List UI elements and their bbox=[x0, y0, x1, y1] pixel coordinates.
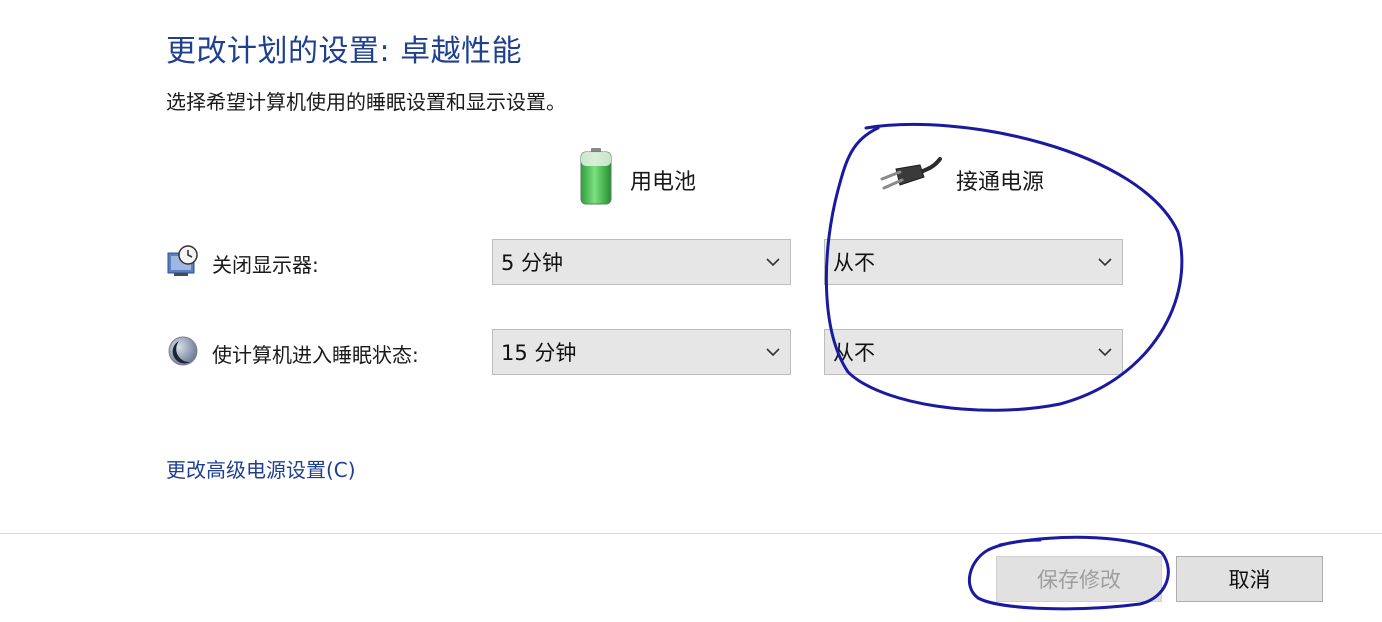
chevron-down-icon bbox=[756, 330, 790, 374]
display-timer-icon bbox=[166, 244, 200, 282]
sleep-moon-icon bbox=[166, 334, 200, 373]
footer-divider bbox=[0, 533, 1382, 534]
save-changes-button[interactable]: 保存修改 bbox=[996, 556, 1162, 602]
page-title: 更改计划的设置: 卓越性能 bbox=[166, 34, 523, 69]
battery-icon bbox=[576, 147, 616, 213]
column-header-battery: 用电池 bbox=[576, 148, 696, 212]
chevron-down-icon bbox=[756, 240, 790, 284]
select-value: 从不 bbox=[833, 251, 875, 275]
display-off-on-battery-select[interactable]: 5 分钟 bbox=[492, 239, 791, 285]
chevron-down-icon bbox=[1088, 240, 1122, 284]
chevron-down-icon bbox=[1088, 330, 1122, 374]
cancel-button[interactable]: 取消 bbox=[1176, 556, 1323, 602]
plugged-in-column-label: 接通电源 bbox=[956, 170, 1045, 195]
sleep-row-label: 使计算机进入睡眠状态: bbox=[166, 333, 419, 373]
battery-column-label: 用电池 bbox=[630, 170, 697, 195]
display-off-plugged-in-select[interactable]: 从不 bbox=[824, 239, 1123, 285]
turn-off-display-label: 关闭显示器: bbox=[212, 252, 319, 277]
sleep-plugged-in-select[interactable]: 从不 bbox=[824, 329, 1123, 375]
power-plug-icon bbox=[878, 155, 942, 205]
select-value: 5 分钟 bbox=[501, 251, 564, 275]
sleep-label: 使计算机进入睡眠状态: bbox=[212, 342, 419, 367]
select-value: 从不 bbox=[833, 341, 875, 365]
turn-off-display-row-label: 关闭显示器: bbox=[166, 243, 319, 283]
advanced-power-settings-link[interactable]: 更改高级电源设置(C) bbox=[166, 454, 356, 483]
select-value: 15 分钟 bbox=[501, 341, 577, 365]
page-subtitle: 选择希望计算机使用的睡眠设置和显示设置。 bbox=[166, 90, 566, 114]
sleep-on-battery-select[interactable]: 15 分钟 bbox=[492, 329, 791, 375]
column-header-plugged-in: 接通电源 bbox=[878, 148, 1044, 212]
